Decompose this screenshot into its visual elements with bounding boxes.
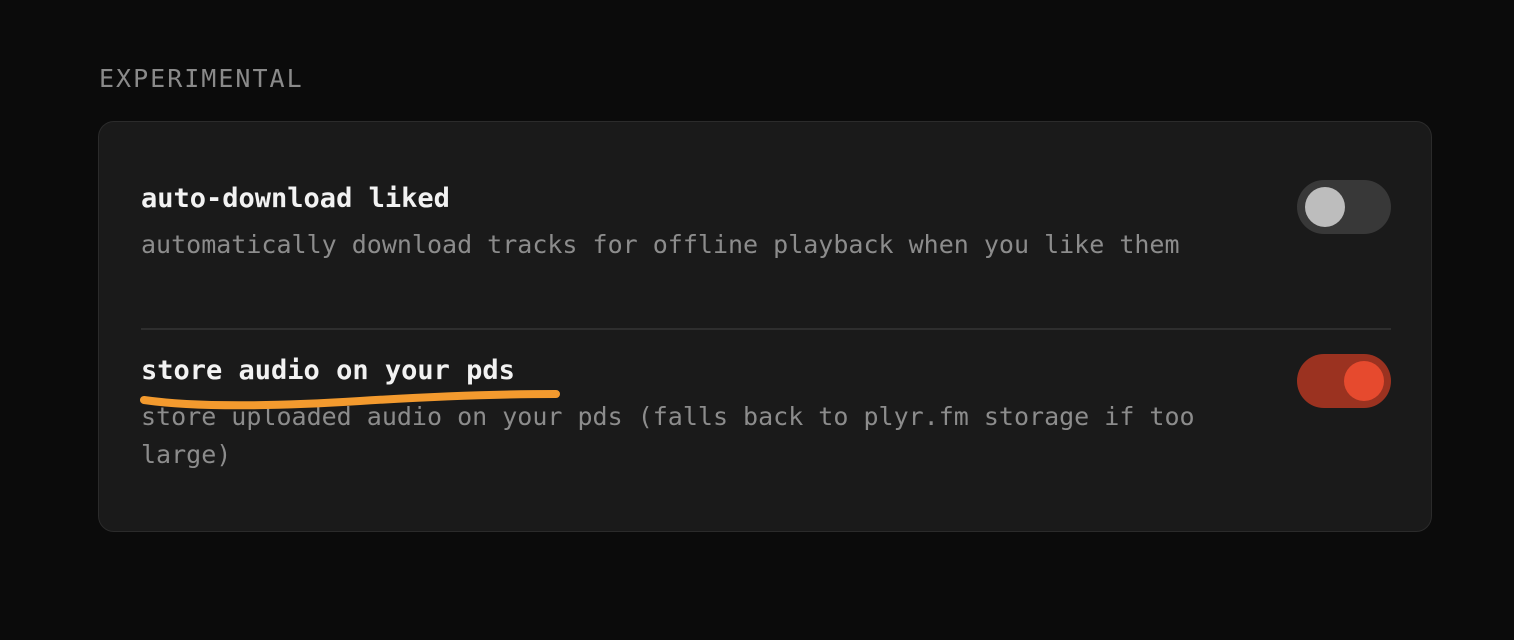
setting-description: store uploaded audio on your pds (falls … [141, 402, 1195, 469]
store-audio-on-pds-toggle[interactable] [1297, 354, 1391, 408]
setting-title: store audio on your pds [141, 355, 515, 386]
toggle-knob [1305, 187, 1345, 227]
auto-download-liked-toggle[interactable] [1297, 180, 1391, 234]
setting-description: automatically download tracks for offlin… [141, 230, 1180, 259]
setting-row-store-audio-on-pds: store audio on your pds store uploaded a… [141, 352, 1391, 474]
setting-row-auto-download-liked: auto-download liked automatically downlo… [141, 180, 1391, 264]
toggle-knob [1344, 361, 1384, 401]
setting-title: auto-download liked [141, 183, 450, 214]
experimental-settings-card: auto-download liked automatically downlo… [98, 121, 1432, 532]
section-heading: EXPERIMENTAL [99, 64, 304, 93]
row-divider [141, 328, 1391, 330]
